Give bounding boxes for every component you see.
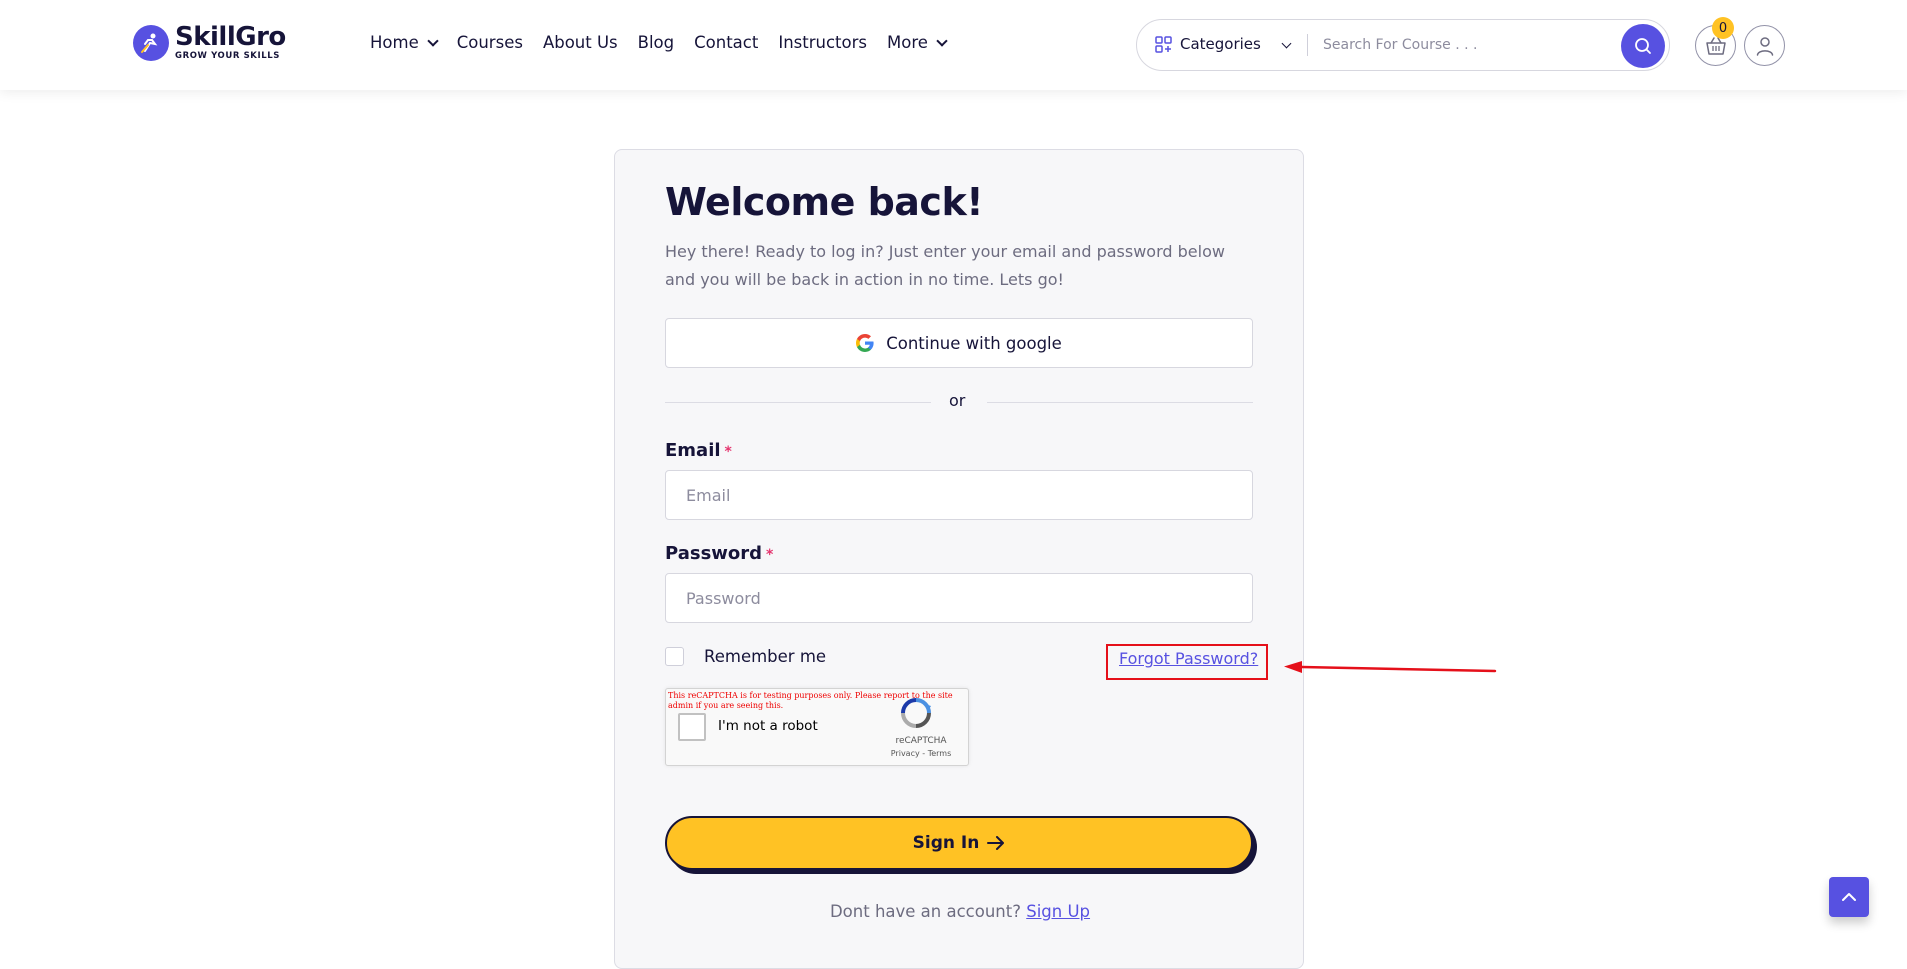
scroll-to-top-button[interactable] (1829, 877, 1869, 917)
arrow-right-icon (987, 836, 1005, 850)
cart-count-badge: 0 (1712, 17, 1734, 39)
nav-label: Contact (694, 33, 759, 52)
remember-me-checkbox[interactable]: Remember me (665, 647, 826, 666)
google-login-button[interactable]: Continue with google (665, 318, 1253, 368)
checkbox-box[interactable] (665, 647, 684, 666)
google-login-label: Continue with google (886, 333, 1062, 353)
search-divider (1307, 34, 1308, 56)
grid-icon (1155, 35, 1172, 53)
password-field[interactable] (665, 573, 1253, 623)
logo-tagline: GROW YOUR SKILLS (175, 51, 280, 61)
course-search-bar: Categories (1136, 19, 1670, 71)
google-icon (856, 334, 874, 352)
nav-label: Instructors (778, 33, 867, 52)
forgot-password-link[interactable]: Forgot Password? (1119, 649, 1258, 668)
email-field[interactable] (665, 470, 1253, 520)
search-icon (1635, 38, 1651, 54)
chevron-down-icon (427, 34, 439, 47)
sign-in-button[interactable]: Sign In (665, 816, 1253, 870)
annotation-arrow-icon (1284, 661, 1497, 673)
nav-item-about-us[interactable]: About Us (543, 33, 618, 52)
chevron-down-icon[interactable] (1281, 38, 1292, 49)
login-card: Welcome back! Hey there! Ready to log in… (614, 149, 1304, 969)
sign-in-label: Sign In (912, 833, 980, 853)
nav-item-contact[interactable]: Contact (694, 33, 758, 52)
user-icon (1756, 36, 1773, 56)
email-label: Email * (665, 440, 732, 461)
sign-up-link[interactable]: Sign Up (1026, 902, 1090, 921)
categories-label: Categories (1180, 35, 1261, 53)
categories-dropdown[interactable]: Categories (1155, 35, 1261, 53)
recaptcha-widget: This reCAPTCHA is for testing purposes o… (665, 688, 969, 766)
page-title: Welcome back! (665, 180, 984, 224)
logo-name: SkillGro (175, 22, 286, 52)
or-divider-text: or (949, 391, 966, 410)
nav-item-home[interactable]: Home (370, 33, 439, 52)
login-intro-text: Hey there! Ready to log in? Just enter y… (665, 242, 1225, 289)
chevron-up-icon (1842, 893, 1856, 901)
site-header: SkillGro GROW YOUR SKILLS Home Courses A… (0, 0, 1907, 90)
user-account-button[interactable] (1744, 25, 1785, 66)
password-label: Password * (665, 543, 773, 564)
email-label-text: Email (665, 440, 721, 461)
search-button[interactable] (1621, 24, 1665, 68)
chevron-down-icon (936, 34, 948, 47)
nav-label: More (886, 33, 928, 52)
nav-item-instructors[interactable]: Instructors (778, 33, 867, 52)
divider-line (665, 402, 931, 403)
signup-prompt-text: Dont have an account? (829, 902, 1021, 921)
recaptcha-checkbox[interactable] (678, 713, 706, 741)
recaptcha-logo-icon (901, 698, 931, 728)
nav-label: Courses (456, 33, 523, 52)
signup-prompt-row: Dont have an account? Sign Up (615, 902, 1305, 921)
recaptcha-label: I'm not a robot (718, 718, 818, 734)
remember-me-label: Remember me (704, 647, 827, 666)
nav-label: Blog (637, 33, 675, 52)
main-nav: Home Courses About Us Blog Contact Instr… (370, 33, 948, 52)
nav-item-blog[interactable]: Blog (638, 33, 674, 52)
nav-label: Home (370, 33, 419, 52)
logo-icon (133, 24, 169, 61)
nav-item-more[interactable]: More (886, 33, 948, 52)
recaptcha-brand: reCAPTCHA (895, 736, 947, 746)
recaptcha-links[interactable]: Privacy - Terms (881, 749, 961, 758)
nav-label: About Us (542, 33, 618, 52)
site-logo[interactable]: SkillGro GROW YOUR SKILLS (133, 24, 286, 61)
password-label-text: Password (665, 543, 763, 564)
required-mark: * (724, 444, 732, 460)
required-mark: * (766, 547, 774, 563)
search-input[interactable] (1323, 30, 1603, 60)
nav-item-courses[interactable]: Courses (457, 33, 523, 52)
divider-line (987, 402, 1253, 403)
